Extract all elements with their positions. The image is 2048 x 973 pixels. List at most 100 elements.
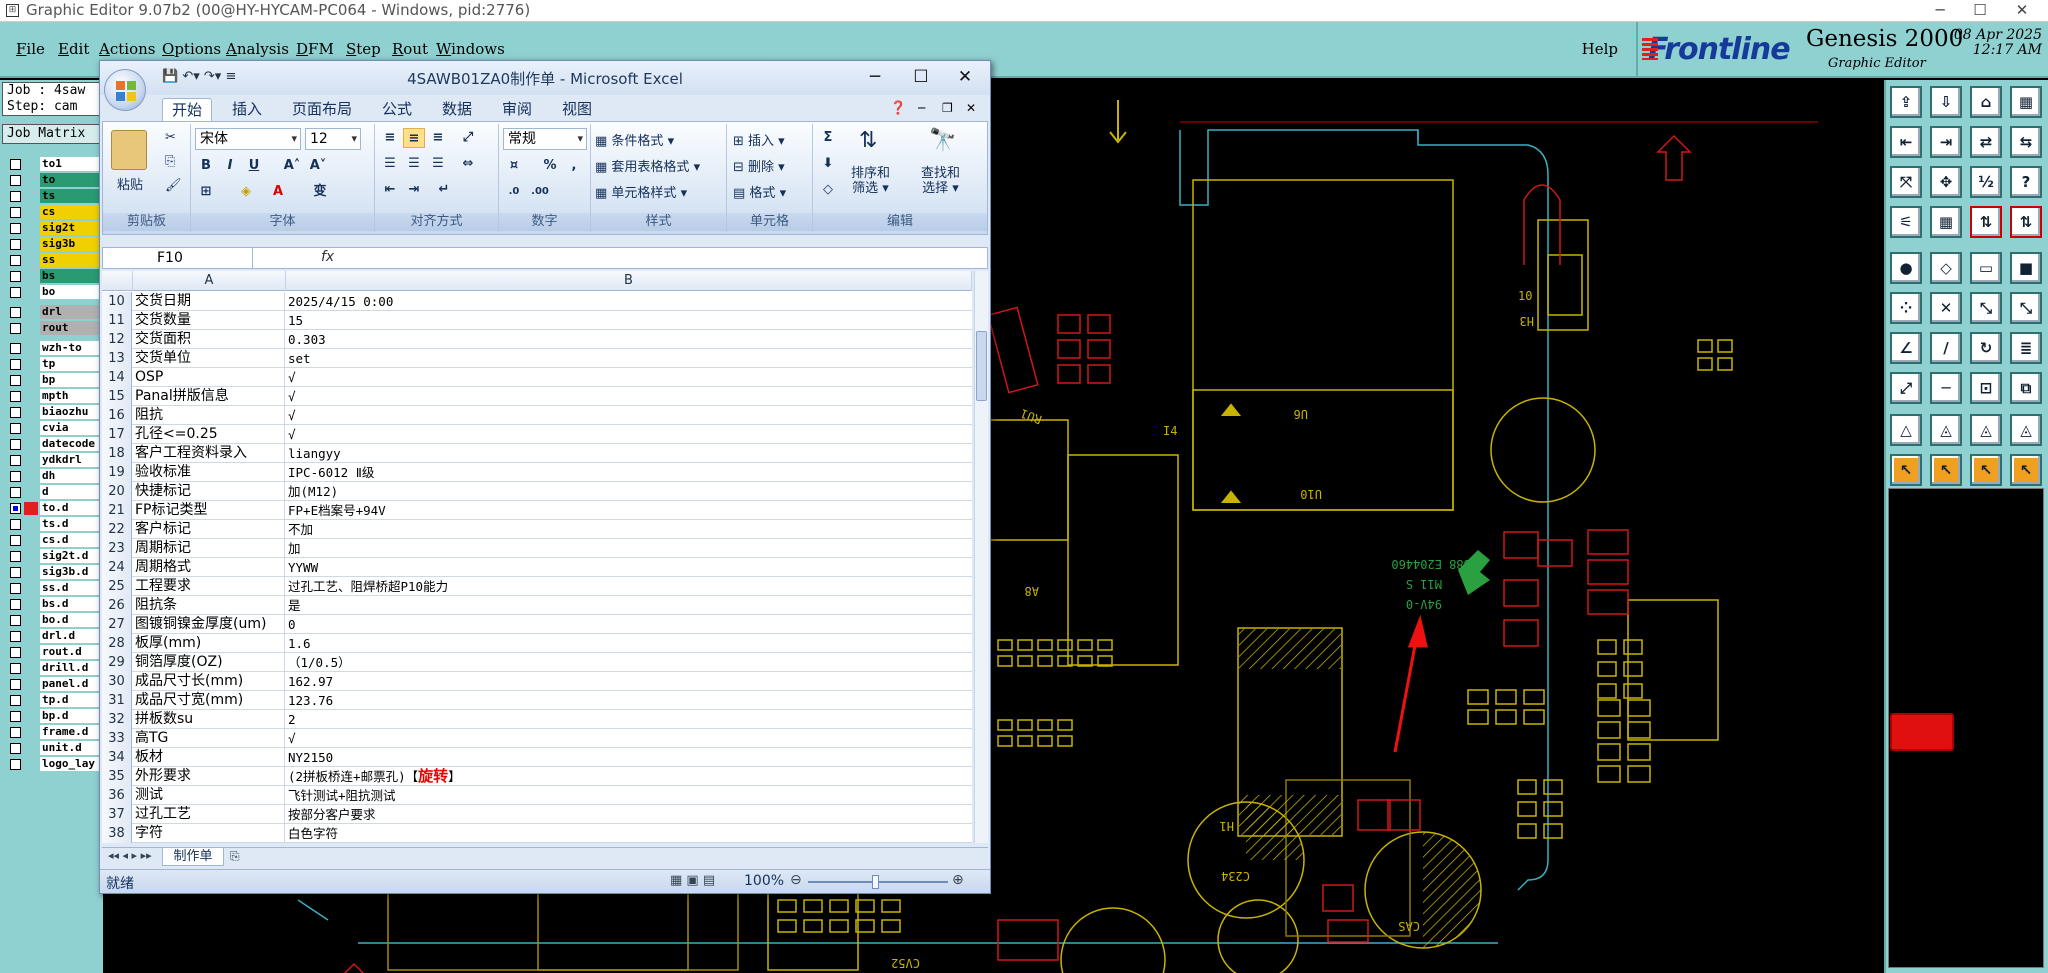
layer-row[interactable]: bo (2, 284, 103, 300)
excel-close-icon[interactable]: ✕ (950, 65, 980, 89)
row-number[interactable]: 25 (102, 577, 132, 596)
cell-b[interactable]: FP+E档案号+94V (286, 501, 966, 520)
cell-b[interactable]: 过孔工艺、阻焊桥超P10能力 (286, 577, 966, 596)
layer-name[interactable]: to.d (40, 501, 102, 515)
layer-row[interactable]: ss (2, 252, 103, 268)
layer-checkbox[interactable] (10, 679, 21, 690)
merge-center-icon[interactable]: ⇔ (457, 154, 479, 174)
cell-a[interactable]: 交货数量 (133, 311, 285, 330)
layer-checkbox[interactable] (10, 711, 21, 722)
layer-row[interactable]: cvia (2, 420, 103, 436)
layer-row[interactable]: cs (2, 204, 103, 220)
layer-name[interactable]: bo.d (40, 613, 102, 627)
layer-color-swatch[interactable] (24, 486, 38, 499)
cell-a[interactable]: 验收标准 (133, 463, 285, 482)
job-matrix-button[interactable]: Job Matrix (2, 124, 103, 144)
ribbon-restore-icon[interactable]: ❐ (942, 101, 953, 115)
layer-row[interactable]: sig3b (2, 236, 103, 252)
tool-button-icon[interactable]: ⇅ (2010, 206, 2042, 238)
layer-color-swatch[interactable] (24, 550, 38, 563)
layer-name[interactable]: dh (40, 469, 102, 483)
layer-name[interactable]: drill.d (40, 661, 102, 675)
cell-a[interactable]: 字符 (133, 824, 285, 843)
cell-b[interactable]: 162.97 (286, 672, 966, 691)
layer-checkbox[interactable] (10, 615, 21, 626)
cell-a[interactable]: 成品尺寸宽(mm) (133, 691, 285, 710)
layer-color-swatch[interactable] (24, 206, 38, 219)
tool-button-icon[interactable]: ⧉ (2010, 372, 2042, 404)
layer-name[interactable]: sig3b (40, 237, 102, 251)
layer-color-swatch[interactable] (24, 306, 38, 319)
layer-checkbox[interactable] (10, 343, 21, 354)
cell-b[interactable]: （1/0.5） (286, 653, 966, 672)
clear-icon[interactable]: ◇ (817, 180, 839, 200)
menu-actions[interactable]: Actions (99, 40, 155, 58)
layer-row[interactable]: sig3b.d (2, 564, 103, 580)
cell-b[interactable]: 0.303 (286, 330, 966, 349)
layer-color-swatch[interactable] (24, 422, 38, 435)
tool-button-icon[interactable]: △ (1890, 414, 1922, 446)
wrap-text-icon[interactable]: ↵ (433, 180, 455, 200)
font-size-select[interactable]: 12 (305, 128, 361, 150)
layer-row[interactable]: ydkdrl (2, 452, 103, 468)
cell-b[interactable]: 加 (286, 539, 966, 558)
row-number[interactable]: 35 (102, 767, 132, 786)
tool-button-icon[interactable]: ⚟ (1890, 206, 1922, 238)
layer-color-swatch[interactable] (24, 694, 38, 707)
format-cells-button[interactable]: ▤ 格式 ▾ (733, 182, 786, 201)
tool-button-icon[interactable]: ⤡ (1970, 292, 2002, 324)
tool-button-icon[interactable]: ↖ (2010, 454, 2042, 486)
cell-b[interactable]: √ (286, 387, 966, 406)
italic-icon[interactable]: I (219, 156, 241, 176)
layer-color-swatch[interactable] (24, 582, 38, 595)
layer-color-swatch[interactable] (24, 630, 38, 643)
cell-a[interactable]: FP标记类型 (133, 501, 285, 520)
tab-review[interactable]: 审阅 (492, 98, 542, 121)
sheet-tab[interactable]: 制作单 (162, 848, 224, 866)
fx-icon[interactable]: fx (321, 249, 334, 265)
layer-row[interactable]: mpth (2, 388, 103, 404)
layer-checkbox[interactable] (10, 175, 21, 186)
layer-color-swatch[interactable] (24, 270, 38, 283)
cell-a[interactable]: 成品尺寸长(mm) (133, 672, 285, 691)
grow-font-icon[interactable]: A˄ (281, 156, 303, 176)
layer-name[interactable]: d (40, 485, 102, 499)
cell-a[interactable]: 工程要求 (133, 577, 285, 596)
layer-checkbox[interactable] (10, 223, 21, 234)
layer-row[interactable]: to (2, 172, 103, 188)
align-center-icon[interactable]: ☰ (403, 154, 425, 174)
layer-row[interactable]: ts (2, 188, 103, 204)
tool-button-icon[interactable]: ∠ (1890, 332, 1922, 364)
sort-filter-button[interactable]: 排序和 筛选 ▾ (851, 166, 890, 196)
minimize-icon[interactable]: ─ (1920, 0, 1960, 20)
layer-row[interactable]: drl (2, 304, 103, 320)
cell-a[interactable]: 测试 (133, 786, 285, 805)
menu-windows[interactable]: Windows (436, 40, 505, 58)
ribbon-minimize-icon[interactable]: ─ (918, 101, 925, 115)
layer-checkbox[interactable] (10, 359, 21, 370)
menu-file[interactable]: File (16, 40, 45, 58)
cell-a[interactable]: 孔径<=0.25 (133, 425, 285, 444)
tool-button-icon[interactable]: ▦ (2010, 86, 2042, 118)
tool-button-icon[interactable]: ↖ (1970, 454, 2002, 486)
align-left-icon[interactable]: ☰ (379, 154, 401, 174)
increase-decimal-icon[interactable]: .0 (503, 182, 525, 202)
layer-name[interactable]: cs.d (40, 533, 102, 547)
cell-b[interactable]: 15 (286, 311, 966, 330)
layer-name[interactable]: ts.d (40, 517, 102, 531)
cell-style-button[interactable]: ▦ 单元格样式 ▾ (595, 182, 687, 201)
cell-b[interactable]: 2025/4/15 0:00 (286, 292, 966, 311)
cell-a[interactable]: OSP (133, 368, 285, 387)
row-number[interactable]: 38 (102, 824, 132, 843)
tool-button-icon[interactable]: ⤡ (2010, 292, 2042, 324)
layer-checkbox[interactable] (10, 647, 21, 658)
tab-page-layout[interactable]: 页面布局 (282, 98, 362, 121)
row-number[interactable]: 22 (102, 520, 132, 539)
underline-icon[interactable]: U (243, 156, 265, 176)
layer-name[interactable]: sig2t (40, 221, 102, 235)
layer-checkbox[interactable] (10, 695, 21, 706)
cell-b[interactable]: set (286, 349, 966, 368)
layer-checkbox[interactable] (10, 583, 21, 594)
layer-color-swatch[interactable] (24, 190, 38, 203)
layer-row[interactable]: rout.d (2, 644, 103, 660)
